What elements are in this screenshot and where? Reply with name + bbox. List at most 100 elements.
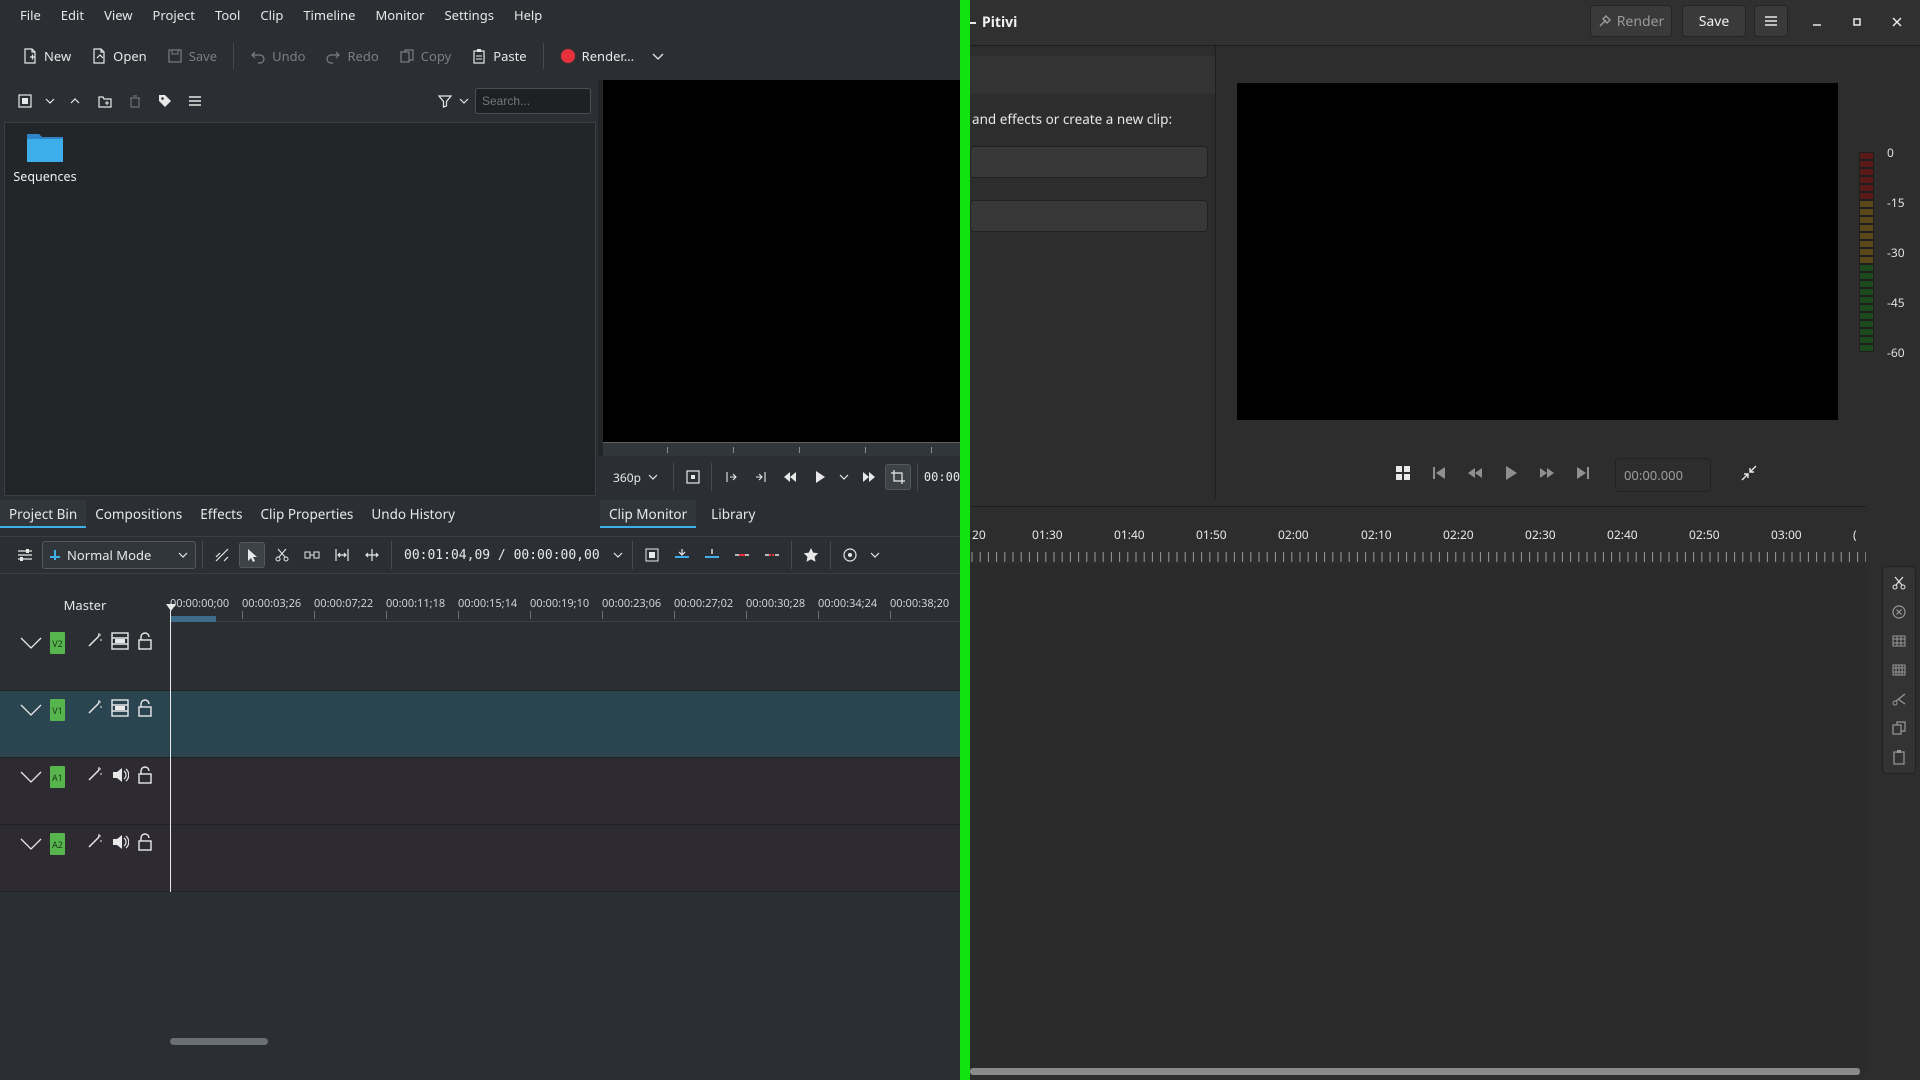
menu-project[interactable]: Project	[143, 0, 205, 30]
track-v1[interactable]: V1	[0, 691, 960, 758]
menu-edit[interactable]: Edit	[51, 0, 94, 30]
clip-field-1[interactable]	[970, 146, 1208, 178]
timeline-settings-icon[interactable]	[12, 542, 38, 568]
lock-icon[interactable]	[137, 766, 153, 784]
menu-settings[interactable]: Settings	[434, 0, 503, 30]
maximize-button[interactable]	[1844, 10, 1870, 34]
delete-icon[interactable]	[1883, 596, 1915, 628]
scissors-icon[interactable]	[1883, 683, 1915, 715]
viewer-grid-icon[interactable]	[1390, 460, 1416, 486]
crop-icon[interactable]	[885, 464, 911, 490]
timeline-timecode[interactable]: 00:01:04,09 / 00:00:00,00	[398, 548, 606, 563]
monitor-ruler[interactable]	[603, 442, 960, 456]
set-out-point-icon[interactable]	[748, 464, 773, 490]
zone-bar[interactable]	[170, 616, 216, 622]
track-a1[interactable]: A1	[0, 758, 960, 825]
resolution-select[interactable]: 360p	[613, 469, 659, 486]
effect-wand-icon[interactable]	[87, 699, 103, 715]
open-button[interactable]: Open	[83, 40, 155, 72]
menu-clip[interactable]: Clip	[250, 0, 293, 30]
collapse-chevron-icon[interactable]	[20, 703, 42, 717]
effect-wand-icon[interactable]	[87, 766, 103, 782]
redo-button[interactable]: Redo	[317, 40, 386, 72]
undock-viewer-icon[interactable]	[1736, 460, 1762, 486]
play-icon[interactable]	[1498, 460, 1524, 486]
track-body[interactable]	[170, 691, 960, 757]
fast-forward-icon[interactable]	[1534, 460, 1560, 486]
playhead[interactable]	[170, 604, 171, 892]
track-v2[interactable]: V2	[0, 624, 960, 691]
go-end-icon[interactable]	[1570, 460, 1596, 486]
group-icon[interactable]	[1883, 625, 1915, 657]
favorite-star-icon[interactable]	[798, 542, 824, 568]
pitivi-timecode[interactable]: 00:00.000	[1615, 458, 1711, 492]
track-a2[interactable]: A2	[0, 825, 960, 892]
ripple-tool-icon[interactable]	[329, 542, 355, 568]
split-clip-icon[interactable]	[1883, 567, 1915, 599]
pitivi-render-button[interactable]: Render	[1590, 5, 1672, 37]
chevron-down-icon[interactable]	[456, 88, 472, 114]
effect-wand-icon[interactable]	[87, 632, 103, 648]
bin-view-icon[interactable]	[12, 88, 38, 114]
select-tool-icon[interactable]	[239, 542, 265, 568]
master-label[interactable]: Master	[0, 596, 170, 614]
insert-clip-icon[interactable]	[669, 542, 695, 568]
trash-icon[interactable]	[122, 88, 148, 114]
menu-tool[interactable]: Tool	[205, 0, 250, 30]
chevron-up-icon[interactable]	[62, 88, 88, 114]
track-badge[interactable]: A1	[50, 766, 65, 788]
tab-effects[interactable]: Effects	[191, 500, 251, 528]
overwrite-clip-icon[interactable]	[699, 542, 725, 568]
spacer-tool-icon[interactable]	[299, 542, 325, 568]
speaker-icon[interactable]	[111, 833, 129, 851]
play-icon[interactable]	[807, 464, 832, 490]
tab-clip-monitor[interactable]: Clip Monitor	[600, 500, 697, 528]
rewind-icon[interactable]	[777, 464, 802, 490]
menu-view[interactable]: View	[94, 0, 142, 30]
tab-clip-properties[interactable]: Clip Properties	[252, 500, 363, 528]
paste-icon[interactable]	[1883, 741, 1915, 773]
rewind-icon[interactable]	[1462, 460, 1488, 486]
pitivi-viewer[interactable]	[1237, 83, 1838, 420]
minimize-button[interactable]	[1804, 10, 1830, 34]
pitivi-timeline-scrollbar[interactable]	[970, 1068, 1860, 1075]
filter-icon[interactable]	[432, 88, 458, 114]
track-body[interactable]	[170, 825, 960, 891]
razor-mix-icon[interactable]	[209, 542, 235, 568]
pitivi-timeline-area[interactable]	[970, 564, 1866, 1074]
chevron-down-icon[interactable]	[42, 88, 58, 114]
menu-file[interactable]: File	[10, 0, 51, 30]
menu-monitor[interactable]: Monitor	[365, 0, 434, 30]
fast-forward-icon[interactable]	[856, 464, 881, 490]
tab-project-bin[interactable]: Project Bin	[0, 500, 87, 528]
menu-timeline[interactable]: Timeline	[293, 0, 365, 30]
film-icon[interactable]	[111, 632, 129, 650]
lock-icon[interactable]	[137, 833, 153, 851]
fit-zoom-icon[interactable]	[680, 464, 705, 490]
playhead-marker[interactable]	[166, 604, 176, 611]
track-badge[interactable]: A2	[50, 833, 65, 855]
paste-button[interactable]: Paste	[463, 40, 534, 72]
hamburger-menu-icon[interactable]	[182, 88, 208, 114]
snap-icon[interactable]	[837, 542, 863, 568]
render-button[interactable]: Render...	[552, 40, 675, 72]
slip-tool-icon[interactable]	[359, 542, 385, 568]
timeline-ruler[interactable]: 00:00:00;00 00:00:03;26 00:00:07;22 00:0…	[170, 590, 960, 622]
clip-monitor-screen[interactable]	[603, 80, 960, 442]
undo-button[interactable]: Undo	[242, 40, 313, 72]
copy-icon[interactable]	[1883, 712, 1915, 744]
timeline-mode-select[interactable]: Normal Mode	[42, 541, 196, 569]
chevron-down-icon[interactable]	[610, 542, 626, 568]
chevron-down-icon[interactable]	[650, 48, 666, 64]
timeline-scrollbar[interactable]	[170, 1038, 268, 1045]
new-button[interactable]: New	[14, 40, 79, 72]
add-folder-icon[interactable]	[92, 88, 118, 114]
chevron-down-icon[interactable]	[867, 542, 883, 568]
track-badge[interactable]: V2	[50, 632, 65, 654]
tab-compositions[interactable]: Compositions	[86, 500, 191, 528]
extract-icon[interactable]	[729, 542, 755, 568]
pitivi-save-button[interactable]: Save	[1682, 5, 1746, 37]
film-icon[interactable]	[111, 699, 129, 717]
track-badge[interactable]: V1	[50, 699, 65, 721]
clip-field-2[interactable]	[970, 200, 1208, 232]
